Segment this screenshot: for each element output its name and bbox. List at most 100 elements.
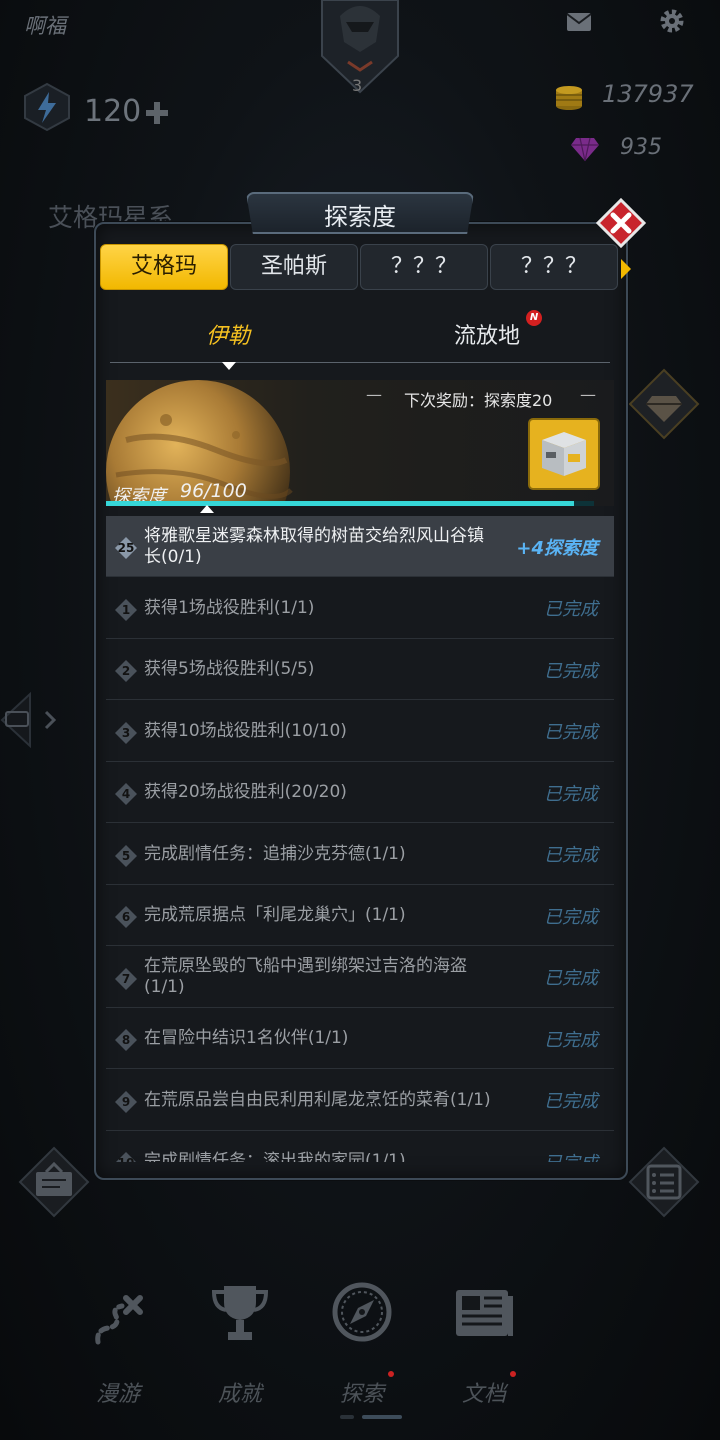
task-number-icon: 10 bbox=[114, 1151, 138, 1162]
task-description: 获得5场战役胜利(5/5) bbox=[144, 659, 315, 679]
gem-value: 935 bbox=[620, 135, 662, 160]
diamond-side-icon[interactable] bbox=[628, 368, 700, 440]
task-status: 已完成 bbox=[544, 783, 598, 805]
task-number-icon: 6 bbox=[114, 905, 138, 929]
task-status: 已完成 bbox=[544, 599, 598, 620]
task-row[interactable]: 7 在荒原坠毁的飞船中遇到绑架过吉洛的海盗(1/1) 已完成 bbox=[106, 947, 614, 1008]
compass-icon[interactable] bbox=[330, 1280, 394, 1344]
task-row[interactable]: 5 完成剧情任务：追捕沙克芬德(1/1) 已完成 bbox=[106, 824, 614, 885]
task-row[interactable]: 6 完成荒原据点「利尾龙巢穴」(1/1) 已完成 bbox=[106, 885, 614, 946]
task-number-icon: 2 bbox=[114, 659, 138, 683]
nav-achievement[interactable]: 成就 bbox=[200, 1376, 280, 1408]
task-description: 在冒险中结识1名伙伴(1/1) bbox=[144, 1028, 349, 1048]
task-row[interactable]: 9 在荒原品尝自由民利用利尾龙烹饪的菜肴(1/1) 已完成 bbox=[106, 1070, 614, 1131]
nav-roam[interactable]: 漫游 bbox=[78, 1376, 158, 1408]
next-reward-text: 下次奖励：探索度20 bbox=[404, 391, 553, 410]
progress-value: 96/100 bbox=[180, 480, 247, 502]
nav-indicator-small bbox=[340, 1415, 354, 1419]
task-description: 在荒原品尝自由民利用利尾龙烹饪的菜肴(1/1) bbox=[144, 1089, 491, 1110]
chat-icon[interactable] bbox=[0, 690, 62, 750]
galaxy-tabs: 艾格玛 圣帕斯 ？？？ ？？？ bbox=[100, 244, 620, 292]
task-description: 在荒原坠毁的飞船中遇到绑架过吉洛的海盗(1/1) bbox=[144, 956, 467, 997]
task-number-icon: 8 bbox=[114, 1028, 138, 1052]
task-number-icon: 7 bbox=[114, 967, 138, 991]
task-row[interactable]: 8 在冒险中结识1名伙伴(1/1) 已完成 bbox=[106, 1008, 614, 1069]
tab-next-arrow-icon[interactable] bbox=[620, 258, 632, 280]
task-description: 获得20场战役胜利(20/20) bbox=[144, 782, 347, 802]
task-description: 获得10场战役胜利(10/10) bbox=[144, 720, 347, 741]
task-status: 已完成 bbox=[544, 722, 598, 743]
task-number: 2 bbox=[121, 664, 131, 678]
task-row[interactable]: 4 获得20场战役胜利(20/20) 已完成 bbox=[106, 762, 614, 823]
progress-caret-icon bbox=[200, 505, 214, 513]
task-number: 10 bbox=[114, 1151, 138, 1162]
mail-icon[interactable] bbox=[566, 12, 592, 32]
username: 啊福 bbox=[24, 14, 66, 38]
task-description: 完成剧情任务：滚出我的家园(1/1) bbox=[144, 1151, 406, 1162]
reward-dash-right: — bbox=[580, 385, 596, 404]
gold-coin-icon bbox=[556, 86, 582, 110]
subtab-liufangdi[interactable]: 流放地 bbox=[454, 318, 520, 350]
task-number-icon: 5 bbox=[114, 844, 138, 868]
checklist-icon[interactable] bbox=[628, 1146, 700, 1218]
task-status: 已完成 bbox=[544, 660, 598, 682]
trophy-icon[interactable] bbox=[208, 1280, 272, 1344]
task-number-icon: 25 bbox=[114, 536, 138, 560]
task-description: 完成荒原据点「利尾龙巢穴」(1/1) bbox=[144, 905, 406, 925]
gold-value: 137937 bbox=[602, 80, 694, 108]
subtab-yile[interactable]: 伊勒 bbox=[206, 318, 250, 350]
roam-icon[interactable] bbox=[86, 1290, 150, 1354]
nav-active-indicator bbox=[362, 1415, 402, 1419]
gem-icon bbox=[571, 137, 599, 162]
panel-title: 探索度 bbox=[324, 203, 396, 231]
task-number: 7 bbox=[121, 971, 131, 986]
task-number: 1 bbox=[121, 602, 131, 617]
task-description: 获得1场战役胜利(1/1) bbox=[144, 597, 315, 618]
task-status: 已完成 bbox=[544, 1091, 598, 1112]
task-row[interactable]: 10 完成剧情任务：滚出我的家园(1/1) 已完成 bbox=[106, 1131, 614, 1162]
task-row[interactable]: 3 获得10场战役胜利(10/10) 已完成 bbox=[106, 701, 614, 762]
task-number: 6 bbox=[121, 910, 131, 924]
task-row[interactable]: 1 获得1场战役胜利(1/1) 已完成 bbox=[106, 578, 614, 639]
tab-shengpasi[interactable]: 圣帕斯 bbox=[230, 244, 358, 290]
exploration-progress-bar bbox=[106, 501, 594, 506]
add-energy-icon[interactable] bbox=[144, 100, 170, 126]
exploration-progress-fill bbox=[106, 501, 575, 506]
gear-icon[interactable] bbox=[658, 7, 686, 35]
task-number-icon: 9 bbox=[114, 1090, 138, 1114]
nav-document[interactable]: 文档 bbox=[444, 1376, 524, 1408]
task-number-icon: 1 bbox=[114, 598, 138, 622]
task-number: 25 bbox=[117, 541, 135, 555]
rank-level: 3 bbox=[352, 76, 363, 95]
task-number: 8 bbox=[121, 1033, 131, 1047]
close-icon[interactable] bbox=[596, 198, 646, 248]
tab-aigema[interactable]: 艾格玛 bbox=[100, 244, 228, 290]
energy-icon bbox=[24, 82, 70, 132]
tab-unknown-1[interactable]: ？？？ bbox=[360, 244, 488, 290]
energy-value: 120 bbox=[84, 94, 142, 129]
tab-unknown-2[interactable]: ？？？ bbox=[490, 244, 618, 290]
task-row[interactable]: 2 获得5场战役胜利(5/5) 已完成 bbox=[106, 639, 614, 700]
reward-chest-icon[interactable] bbox=[528, 418, 600, 490]
task-number: 5 bbox=[121, 848, 131, 863]
task-number-icon: 3 bbox=[114, 721, 138, 745]
task-description: 将雅歌星迷雾森林取得的树苗交给烈风山谷镇长(0/1) bbox=[144, 525, 484, 567]
notice-board-icon[interactable] bbox=[18, 1146, 90, 1218]
task-number: 3 bbox=[121, 725, 131, 740]
task-status: +4探索度 bbox=[516, 537, 598, 559]
document-icon[interactable] bbox=[452, 1282, 516, 1346]
subtab-divider bbox=[110, 362, 610, 363]
new-badge: N bbox=[526, 310, 542, 326]
task-number: 4 bbox=[121, 787, 131, 801]
task-row[interactable]: 25 将雅歌星迷雾森林取得的树苗交给烈风山谷镇长(0/1) +4探索度 bbox=[106, 516, 614, 577]
task-number-icon: 4 bbox=[114, 782, 138, 806]
task-status: 已完成 bbox=[544, 906, 598, 928]
task-list[interactable]: 25 将雅歌星迷雾森林取得的树苗交给烈风山谷镇长(0/1) +4探索度 1 获得1场战役… bbox=[106, 516, 614, 1162]
task-status: 已完成 bbox=[544, 1131, 598, 1163]
task-description: 完成剧情任务：追捕沙克芬德(1/1) bbox=[144, 843, 406, 864]
reward-dash-left: — bbox=[366, 385, 382, 404]
task-status: 已完成 bbox=[544, 968, 598, 989]
subtab-caret-icon bbox=[222, 362, 236, 370]
task-number: 9 bbox=[121, 1094, 131, 1109]
nav-explore[interactable]: 探索 bbox=[322, 1376, 402, 1408]
